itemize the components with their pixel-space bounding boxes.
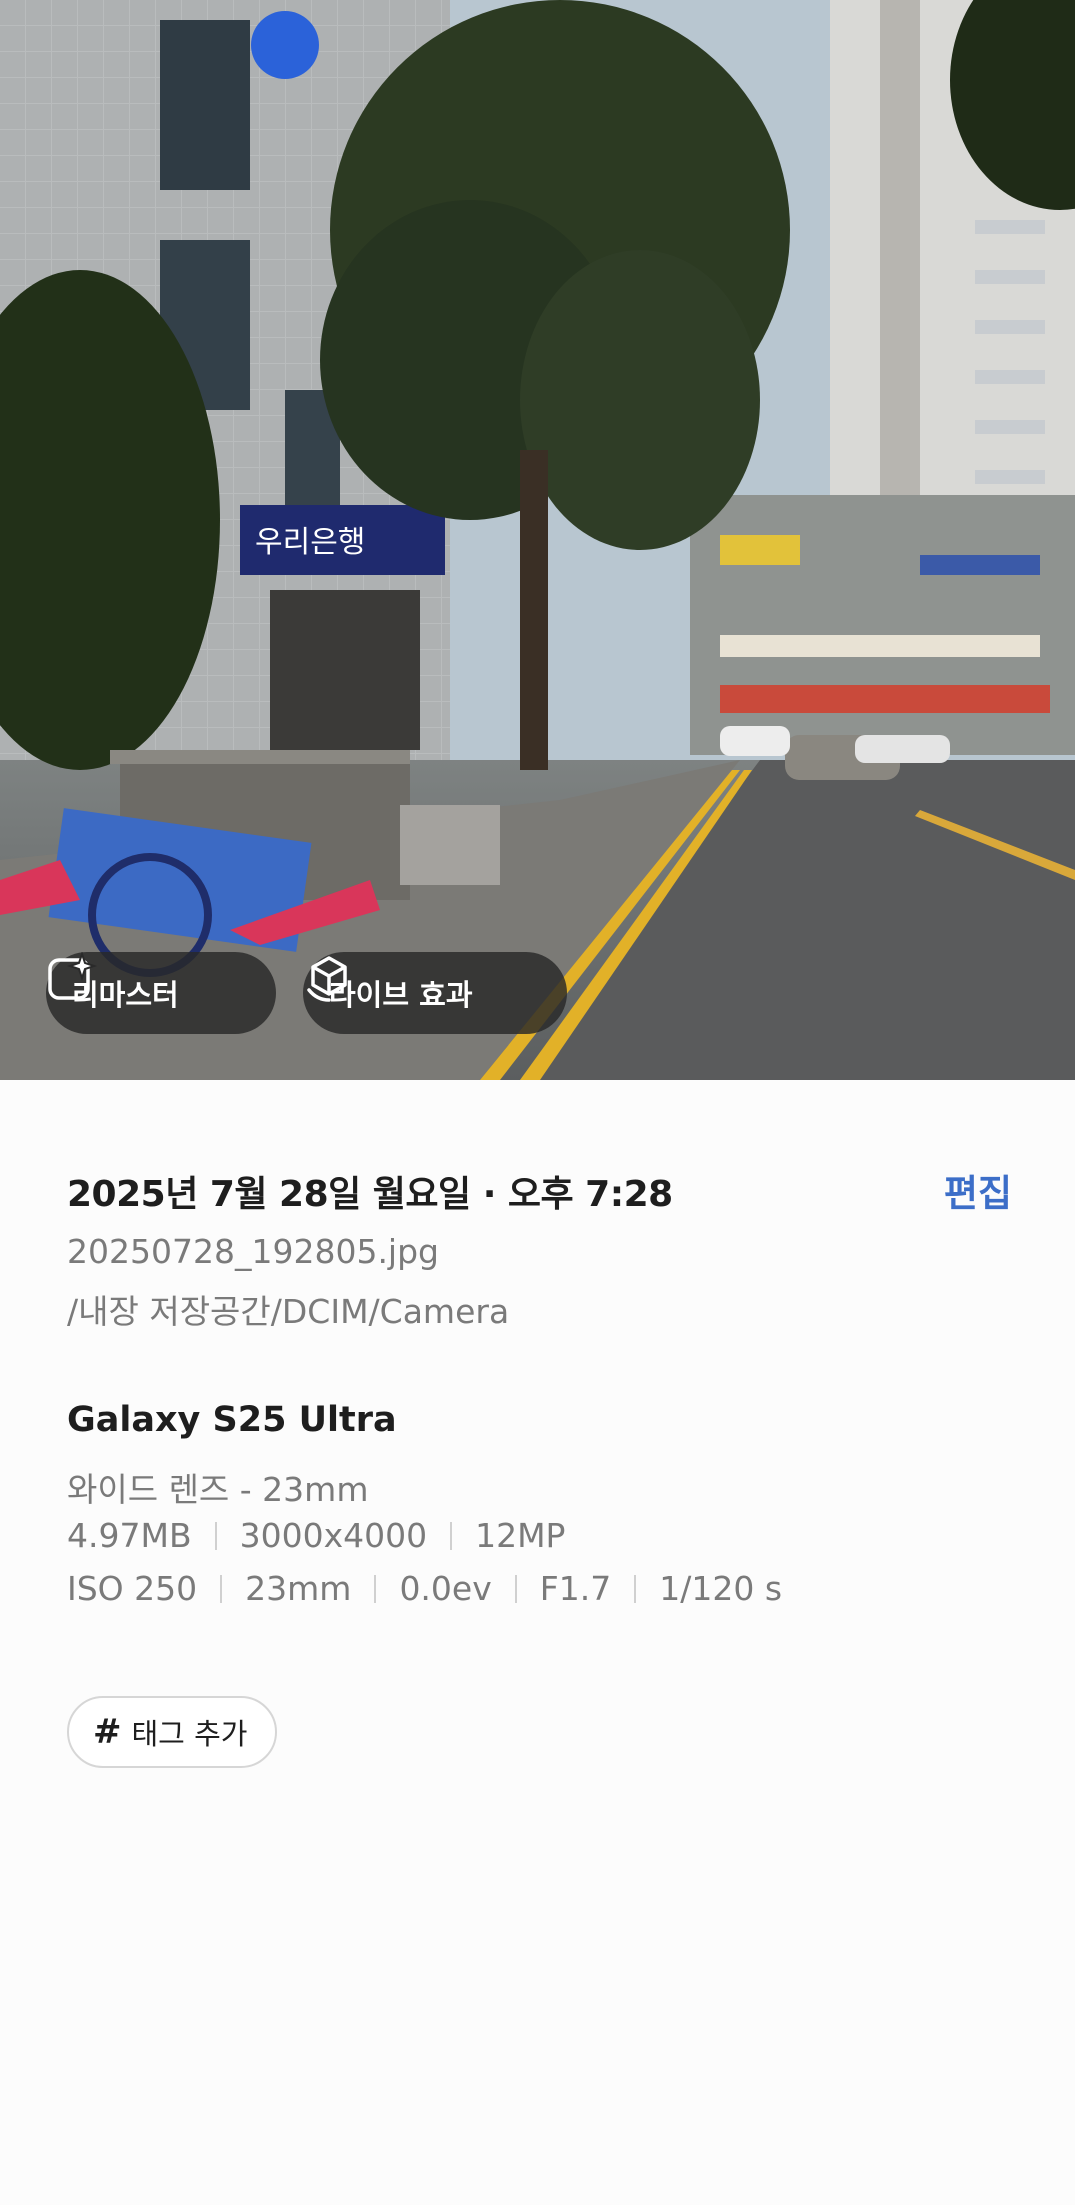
hashtag-icon: # (93, 1712, 122, 1752)
iso-value: ISO 250 (67, 1569, 198, 1608)
remaster-button[interactable]: 리마스터 (46, 952, 276, 1034)
divider (450, 1521, 453, 1550)
svg-text:우리은행: 우리은행 (255, 525, 365, 560)
divider (214, 1521, 217, 1550)
add-tag-button[interactable]: # 태그 추가 (67, 1696, 278, 1768)
megapixels: 12MP (475, 1516, 566, 1555)
focal-length: 23mm (245, 1569, 352, 1608)
file-size: 4.97MB (67, 1516, 192, 1555)
live-effect-button[interactable]: 라이브 효과 (303, 952, 567, 1034)
file-info-row: 4.97MB 3000x4000 12MP (67, 1516, 565, 1555)
divider (634, 1574, 637, 1603)
divider (374, 1574, 377, 1603)
shutter-speed: 1/120 s (659, 1569, 783, 1608)
add-tag-label: 태그 추가 (131, 1717, 248, 1751)
sparkle-edit-icon (48, 952, 98, 1000)
lens-info: 와이드 렌즈 - 23mm (67, 1470, 369, 1509)
resolution: 3000x4000 (239, 1516, 428, 1555)
exif-row: ISO 250 23mm 0.0ev F1.7 1/120 s (67, 1569, 782, 1608)
file-name: 20250728_192805.jpg (67, 1232, 439, 1271)
file-path: /내장 저장공간/DCIM/Camera (67, 1292, 510, 1331)
divider (514, 1574, 517, 1603)
exposure-value: 0.0ev (399, 1569, 492, 1608)
photo-preview[interactable]: 우리은행 리마스터 라이브 효과 (0, 0, 1075, 1080)
street-photo: 우리은행 (0, 0, 1075, 1080)
aperture: F1.7 (539, 1569, 612, 1608)
edit-button[interactable]: 편집 (944, 1163, 1012, 1217)
cube-icon (307, 956, 347, 1002)
photo-datetime: 2025년 7월 28일 월요일 · 오후 7:28 (67, 1174, 673, 1215)
device-name: Galaxy S25 Ultra (67, 1400, 397, 1440)
divider (220, 1574, 223, 1603)
